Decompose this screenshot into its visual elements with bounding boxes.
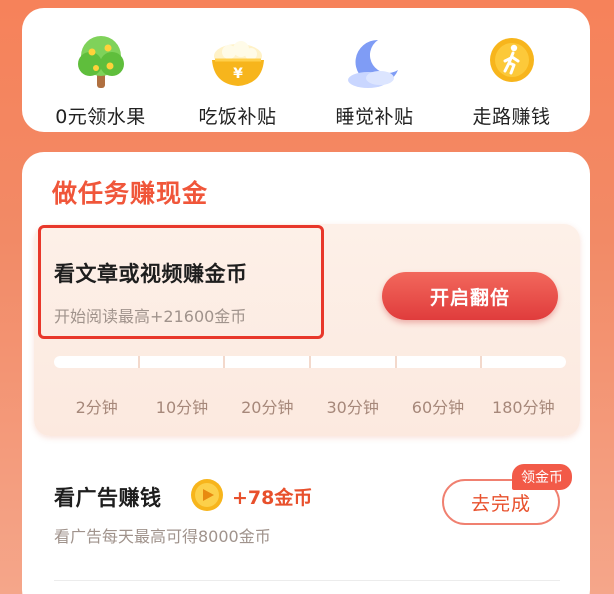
- milestone-label: 30分钟: [326, 398, 379, 417]
- collect-coins-badge: 领金币: [512, 464, 572, 490]
- ad-reward-amount: +78金币: [232, 487, 313, 509]
- fruit-tree-icon: [77, 36, 124, 88]
- svg-text:¥: ¥: [233, 66, 243, 82]
- progress-milestone-labels: 2分钟 10分钟 20分钟 30分钟 60分钟 180分钟: [54, 394, 566, 418]
- reading-task-title: 看文章或视频赚金币: [54, 262, 248, 286]
- section-title: 做任务赚现金: [52, 179, 209, 208]
- progress-segment: [54, 356, 140, 368]
- reading-task-panel: 看文章或视频赚金币 开始阅读最高+21600金币 开启翻倍 2分钟 10分钟 2…: [34, 224, 580, 436]
- ad-task-title: 看广告赚钱: [54, 486, 162, 510]
- milestone-label: 2分钟: [75, 398, 118, 417]
- quick-entry-label: 走路赚钱: [472, 106, 551, 128]
- progress-segment: [482, 356, 566, 368]
- progress-segment: [225, 356, 312, 368]
- quick-entry-label: 0元领水果: [55, 106, 146, 128]
- quick-entry-sleep-subsidy[interactable]: 睡觉补贴: [312, 34, 437, 129]
- quick-entry-walk-earn[interactable]: 走路赚钱: [449, 34, 574, 129]
- quick-entry-label: 吃饭补贴: [198, 106, 277, 128]
- ad-task-subtitle: 看广告每天最高可得8000金币: [54, 527, 271, 546]
- milestone-label: 20分钟: [241, 398, 294, 417]
- milestone-label: 60分钟: [411, 398, 465, 417]
- progress-segment: [311, 356, 397, 368]
- enable-double-button[interactable]: 开启翻倍: [382, 272, 558, 320]
- milestone-label: 10分钟: [155, 398, 209, 417]
- quick-entry-label: 睡觉补贴: [335, 106, 414, 128]
- moon-icon: [347, 39, 398, 88]
- quick-entry-card: 0元领水果 ¥ 吃饭补贴 睡觉补贴 走路赚钱: [22, 8, 590, 132]
- quick-entry-meal-subsidy[interactable]: ¥ 吃饭补贴: [175, 34, 300, 129]
- gold-coin-icon: [191, 479, 223, 511]
- reading-progress-bar: [54, 356, 566, 368]
- progress-segment: [140, 356, 226, 368]
- divider: [54, 580, 560, 581]
- progress-segment: [397, 356, 483, 368]
- quick-entry-free-fruit[interactable]: 0元领水果: [38, 34, 163, 129]
- rice-bowl-icon: ¥: [211, 41, 264, 86]
- milestone-label: 180分钟: [492, 398, 555, 417]
- task-card: 做任务赚现金 看文章或视频赚金币 开始阅读最高+21600金币 开启翻倍 2分钟…: [22, 152, 590, 594]
- walking-icon: [489, 38, 534, 82]
- reading-task-subtitle: 开始阅读最高+21600金币: [54, 307, 247, 326]
